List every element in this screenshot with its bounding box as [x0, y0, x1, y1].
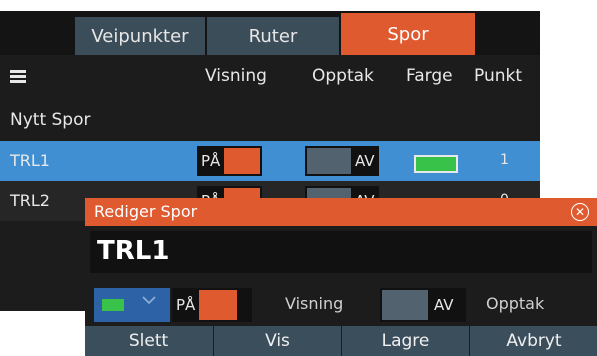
hamburger-menu-icon[interactable] — [10, 70, 26, 84]
dialog-title: Rediger Spor — [94, 202, 198, 221]
col-farge: Farge — [406, 66, 453, 86]
visning-toggle[interactable]: PÅ — [197, 146, 263, 176]
track-points: 1 — [500, 152, 509, 168]
show-button[interactable]: Vis — [213, 326, 341, 356]
dialog-button-bar: Slett Vis Lagre Avbryt — [85, 326, 597, 356]
visning-state: PÅ — [201, 152, 221, 170]
tab-spor[interactable]: Spor — [341, 13, 475, 55]
opptak-state: AV — [434, 296, 454, 314]
edit-track-dialog: Rediger Spor ✕ TRL1 PÅ Visning AV Opptak… — [85, 198, 597, 356]
dialog-title-bar: Rediger Spor ✕ — [85, 198, 597, 226]
chevron-down-icon — [142, 296, 156, 305]
opptak-toggle[interactable]: AV — [380, 288, 466, 322]
toggle-switch-on — [199, 290, 238, 320]
new-track-item[interactable]: Nytt Spor — [0, 101, 540, 141]
visning-toggle[interactable]: PÅ — [172, 288, 252, 322]
toggle-switch-off — [382, 290, 428, 320]
col-opptak: Opptak — [312, 66, 374, 86]
track-name-input[interactable]: TRL1 — [90, 231, 592, 273]
opptak-label: Opptak — [486, 294, 545, 313]
toggle-switch-on — [224, 148, 261, 174]
cancel-button[interactable]: Avbryt — [469, 326, 597, 356]
save-button[interactable]: Lagre — [341, 326, 469, 356]
col-visning: Visning — [205, 66, 267, 86]
visning-label: Visning — [285, 294, 344, 313]
opptak-toggle[interactable]: AV — [305, 146, 379, 176]
track-name: TRL1 — [10, 151, 50, 170]
track-name: TRL2 — [10, 191, 50, 210]
new-track-label: Nytt Spor — [10, 110, 91, 130]
track-row[interactable]: TRL1 PÅ AV 1 — [0, 141, 540, 181]
track-color-swatch — [414, 155, 458, 173]
close-icon[interactable]: ✕ — [571, 203, 589, 221]
col-punkt: Punkt — [474, 66, 523, 86]
delete-button[interactable]: Slett — [85, 326, 212, 356]
track-name-value: TRL1 — [97, 236, 170, 266]
color-chip — [102, 299, 124, 311]
opptak-state: AV — [355, 152, 375, 170]
visning-state: PÅ — [176, 296, 196, 314]
color-select[interactable] — [94, 288, 170, 322]
tab-veipunkter[interactable]: Veipunkter — [75, 17, 205, 55]
tab-bar: Veipunkter Ruter Spor — [0, 11, 540, 55]
column-header: Visning Opptak Farge Punkt — [0, 55, 540, 101]
toggle-switch-off — [307, 148, 351, 174]
tab-ruter[interactable]: Ruter — [207, 17, 339, 55]
